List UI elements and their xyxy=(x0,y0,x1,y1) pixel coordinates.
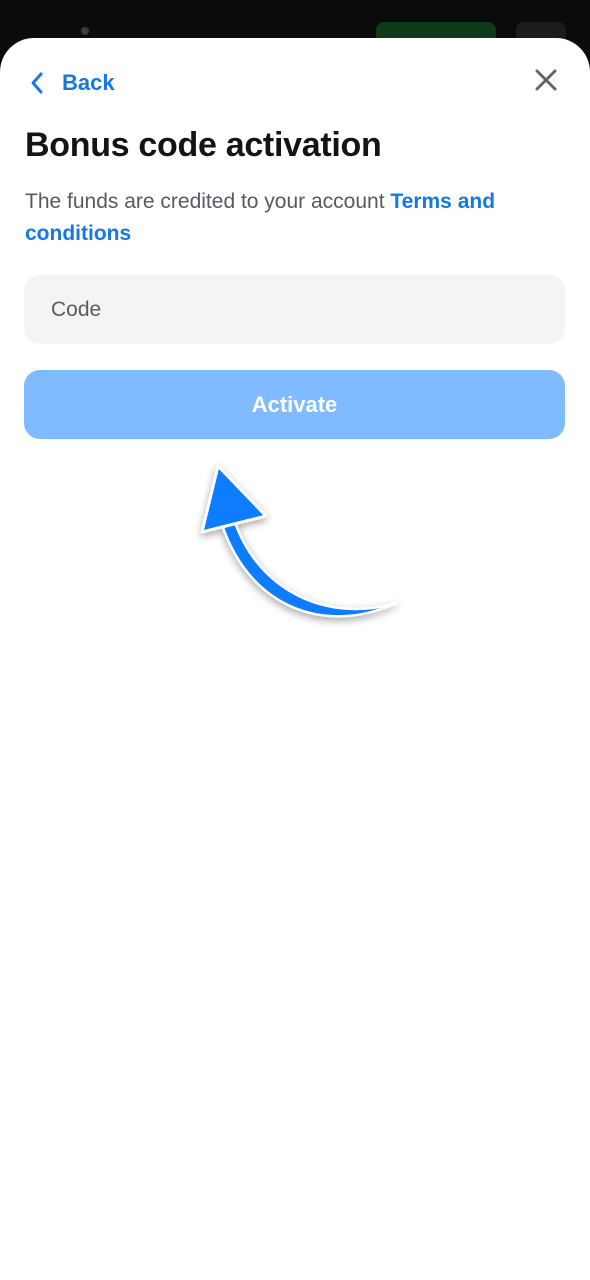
code-input[interactable] xyxy=(24,275,565,344)
description-text: The funds are credited to your account xyxy=(25,190,391,213)
page-title: Bonus code activation xyxy=(25,126,382,164)
bonus-code-sheet: Back Bonus code activation The funds are… xyxy=(0,38,590,1280)
back-button[interactable]: Back xyxy=(30,66,115,100)
description: The funds are credited to your account T… xyxy=(25,186,565,250)
activate-button[interactable]: Activate xyxy=(24,370,565,439)
camera-dot xyxy=(81,27,89,35)
close-icon xyxy=(535,69,557,96)
back-label: Back xyxy=(62,70,115,95)
sheet-header: Back xyxy=(0,38,590,128)
chevron-left-icon xyxy=(30,71,44,95)
close-button[interactable] xyxy=(530,66,562,98)
